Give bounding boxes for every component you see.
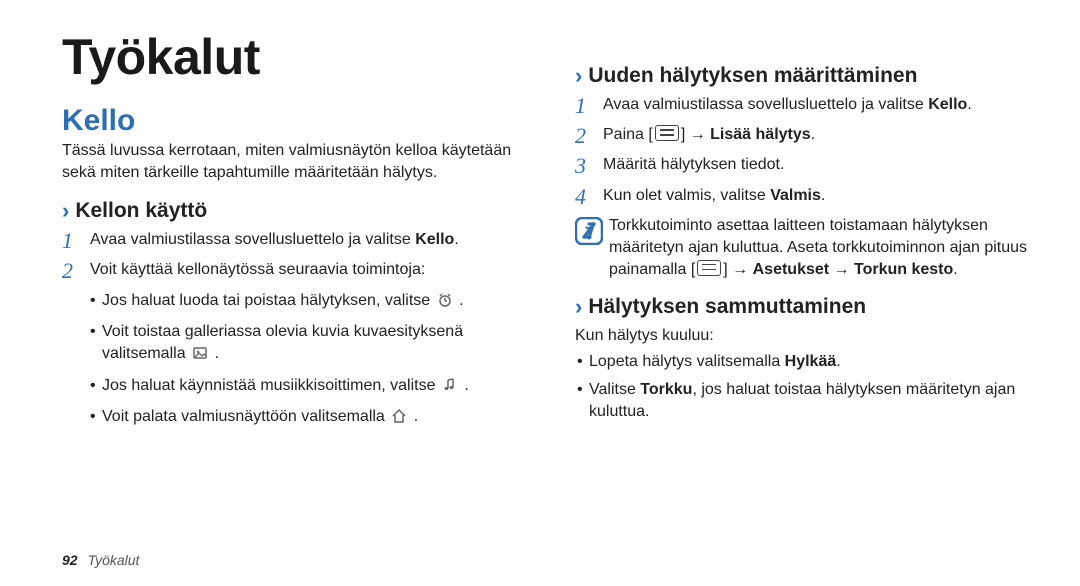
list-item: Jos haluat luoda tai poistaa hälytyksen,…: [90, 290, 527, 315]
list-item: Voit palata valmiusnäyttöön valitsemalla…: [90, 406, 527, 431]
bold-text: Torkku: [640, 381, 692, 398]
subheading-kellon-kaytto: › Kellon käyttö: [62, 199, 527, 223]
footer-label: Työkalut: [88, 552, 140, 568]
right-column: › Uuden hälytyksen määrittäminen 1 Avaa …: [575, 28, 1040, 438]
bold-text: Asetukset: [753, 261, 829, 278]
menu-key-icon: [655, 125, 679, 141]
section-heading-kello: Kello: [62, 104, 527, 138]
steps-clock-use: 1 Avaa valmiustilassa sovellusluettelo j…: [62, 229, 527, 283]
text: .: [214, 345, 218, 362]
subheading-dismiss-alarm: › Hälytyksen sammuttaminen: [575, 295, 1040, 319]
text: .: [967, 96, 971, 113]
subheading-label: Hälytyksen sammuttaminen: [588, 295, 866, 319]
step-text: Kun olet valmis, valitse Valmis.: [603, 185, 1040, 207]
page-number: 92: [62, 552, 78, 568]
step-1: 1 Avaa valmiustilassa sovellusluettelo j…: [62, 229, 527, 253]
text: Jos haluat käynnistää musiikkisoittimen,…: [102, 377, 440, 394]
text: Voit palata valmiusnäyttöön valitsemalla: [102, 408, 389, 425]
bold-text: Torkun kesto: [854, 261, 953, 278]
text: Avaa valmiustilassa sovellusluettelo ja …: [90, 231, 415, 248]
info-icon: [575, 217, 603, 245]
menu-key-icon: [697, 260, 721, 276]
two-column-layout: Työkalut Kello Tässä luvussa kerrotaan, …: [62, 28, 1040, 438]
section-intro: Tässä luvussa kerrotaan, miten valmiusnä…: [62, 140, 527, 183]
step-2: 2 Voit käyttää kellonäytössä seuraavia t…: [62, 259, 527, 283]
text: Voit toistaa galleriassa olevia kuvia ku…: [102, 323, 463, 362]
text: .: [454, 231, 458, 248]
step-number: 4: [575, 185, 603, 209]
note-text: Torkkutoiminto asettaa laitteen toistama…: [609, 215, 1040, 281]
home-icon: [391, 408, 407, 431]
step-number: 2: [575, 124, 603, 148]
subheading-label: Uuden hälytyksen määrittäminen: [588, 64, 917, 88]
text: Jos haluat luoda tai poistaa hälytyksen,…: [102, 292, 435, 309]
left-column: Työkalut Kello Tässä luvussa kerrotaan, …: [62, 28, 527, 438]
chevron-icon: ›: [575, 65, 582, 87]
step-number: 1: [575, 94, 603, 118]
bold-text: Kello: [928, 96, 967, 113]
step-text: Voit käyttää kellonäytössä seuraavia toi…: [90, 259, 527, 281]
list-item: Voit toistaa galleriassa olevia kuvia ku…: [90, 321, 527, 369]
dismiss-list: Lopeta hälytys valitsemalla Hylkää. Vali…: [575, 351, 1040, 424]
music-note-icon: [442, 377, 458, 400]
text: .: [414, 408, 418, 425]
text: Paina [: [603, 126, 653, 143]
bold-text: Valmis: [770, 187, 821, 204]
clock-functions-list: Jos haluat luoda tai poistaa hälytyksen,…: [62, 290, 527, 432]
list-item: Lopeta hälytys valitsemalla Hylkää.: [577, 351, 1040, 373]
info-note: Torkkutoiminto asettaa laitteen toistama…: [575, 215, 1040, 281]
step-number: 1: [62, 229, 90, 253]
subheading-label: Kellon käyttö: [75, 199, 207, 223]
page-title: Työkalut: [62, 28, 527, 86]
step-4: 4 Kun olet valmis, valitse Valmis.: [575, 185, 1040, 209]
step-number: 3: [575, 154, 603, 178]
subheading-new-alarm: › Uuden hälytyksen määrittäminen: [575, 64, 1040, 88]
text: Kun olet valmis, valitse: [603, 187, 770, 204]
step-text: Avaa valmiustilassa sovellusluettelo ja …: [90, 229, 527, 251]
list-item: Jos haluat käynnistää musiikkisoittimen,…: [90, 375, 527, 400]
step-text: Määritä hälytyksen tiedot.: [603, 154, 1040, 176]
text: Lopeta hälytys valitsemalla: [589, 353, 785, 370]
list-item: Valitse Torkku, jos haluat toistaa hälyt…: [577, 379, 1040, 424]
chevron-icon: ›: [575, 296, 582, 318]
text: .: [953, 261, 957, 278]
text: .: [459, 292, 463, 309]
steps-new-alarm: 1 Avaa valmiustilassa sovellusluettelo j…: [575, 94, 1040, 209]
text: .: [836, 353, 840, 370]
gallery-icon: [192, 345, 208, 368]
text: .: [811, 126, 815, 143]
text: .: [464, 377, 468, 394]
step-2: 2 Paina [ ] → Lisää hälytys.: [575, 124, 1040, 148]
bold-text: Kello: [415, 231, 454, 248]
text: Avaa valmiustilassa sovellusluettelo ja …: [603, 96, 928, 113]
step-text: Paina [ ] → Lisää hälytys.: [603, 124, 1040, 146]
bold-text: Lisää hälytys: [710, 126, 811, 143]
manual-page: Työkalut Kello Tässä luvussa kerrotaan, …: [0, 0, 1080, 586]
text: ] →: [723, 261, 752, 278]
text: Valitse: [589, 381, 640, 398]
lead-text: Kun hälytys kuuluu:: [575, 325, 1040, 347]
alarm-clock-icon: [437, 292, 453, 315]
step-number: 2: [62, 259, 90, 283]
page-footer: 92 Työkalut: [62, 552, 139, 568]
step-text: Avaa valmiustilassa sovellusluettelo ja …: [603, 94, 1040, 116]
chevron-icon: ›: [62, 200, 69, 222]
text: .: [821, 187, 825, 204]
bold-text: Hylkää: [785, 353, 837, 370]
text: →: [829, 261, 854, 278]
text: ] →: [681, 126, 710, 143]
step-1: 1 Avaa valmiustilassa sovellusluettelo j…: [575, 94, 1040, 118]
step-3: 3 Määritä hälytyksen tiedot.: [575, 154, 1040, 178]
